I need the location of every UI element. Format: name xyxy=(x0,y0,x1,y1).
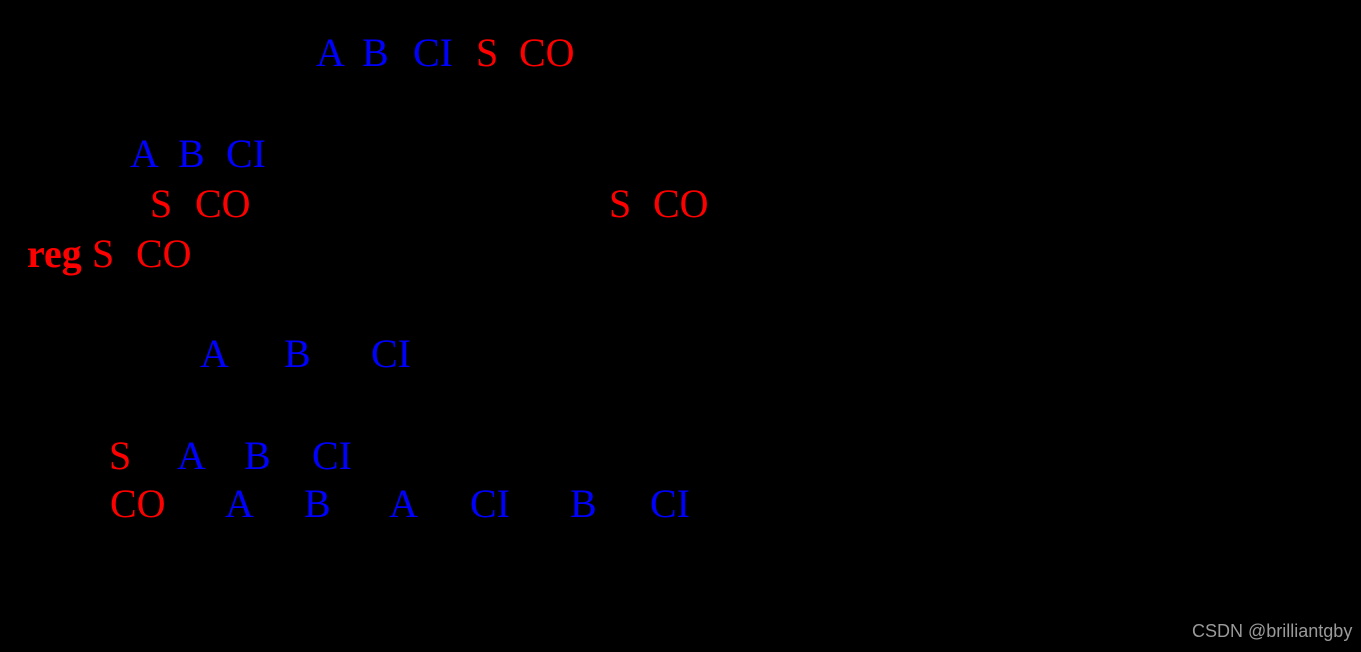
signal-label-b: B xyxy=(304,481,331,526)
watermark-text: CSDN @brilliantgby xyxy=(1192,621,1353,641)
signal-label-co: CO xyxy=(653,181,709,226)
signal-label-b: B xyxy=(244,433,271,478)
signal-label-b: B xyxy=(362,30,389,75)
signal-label-s: S xyxy=(609,181,632,226)
signal-label-b: B xyxy=(570,481,597,526)
signal-label-s: S xyxy=(476,30,499,75)
signal-label-a: A xyxy=(200,331,229,376)
signal-label-ci: CI xyxy=(650,481,690,526)
signal-label-s: S xyxy=(150,181,173,226)
signal-label-s: S xyxy=(109,433,132,478)
signal-label-ci: CI xyxy=(312,433,352,478)
signal-label-a: A xyxy=(389,481,418,526)
signal-label-ci: CI xyxy=(226,131,266,176)
signal-label-co: CO xyxy=(110,481,166,526)
signal-label-co: CO xyxy=(519,30,575,75)
diagram-canvas: A B CI S CO A B CI S CO S CO reg S CO A B CI S A B CI CO A B A CI B… xyxy=(0,0,1361,652)
signal-label-ci: CI xyxy=(371,331,411,376)
signal-label-a: A xyxy=(130,131,159,176)
signal-label-b: B xyxy=(178,131,205,176)
signal-label-ci: CI xyxy=(413,30,453,75)
signal-label-a: A xyxy=(316,30,345,75)
signal-label-co: CO xyxy=(136,231,192,276)
signal-label-reg: reg xyxy=(27,231,82,276)
signal-label-a: A xyxy=(225,481,254,526)
signal-label-ci: CI xyxy=(470,481,510,526)
signal-label-b: B xyxy=(284,331,311,376)
signal-label-co: CO xyxy=(195,181,251,226)
signal-label-a: A xyxy=(177,433,206,478)
signal-label-s: S xyxy=(92,231,115,276)
